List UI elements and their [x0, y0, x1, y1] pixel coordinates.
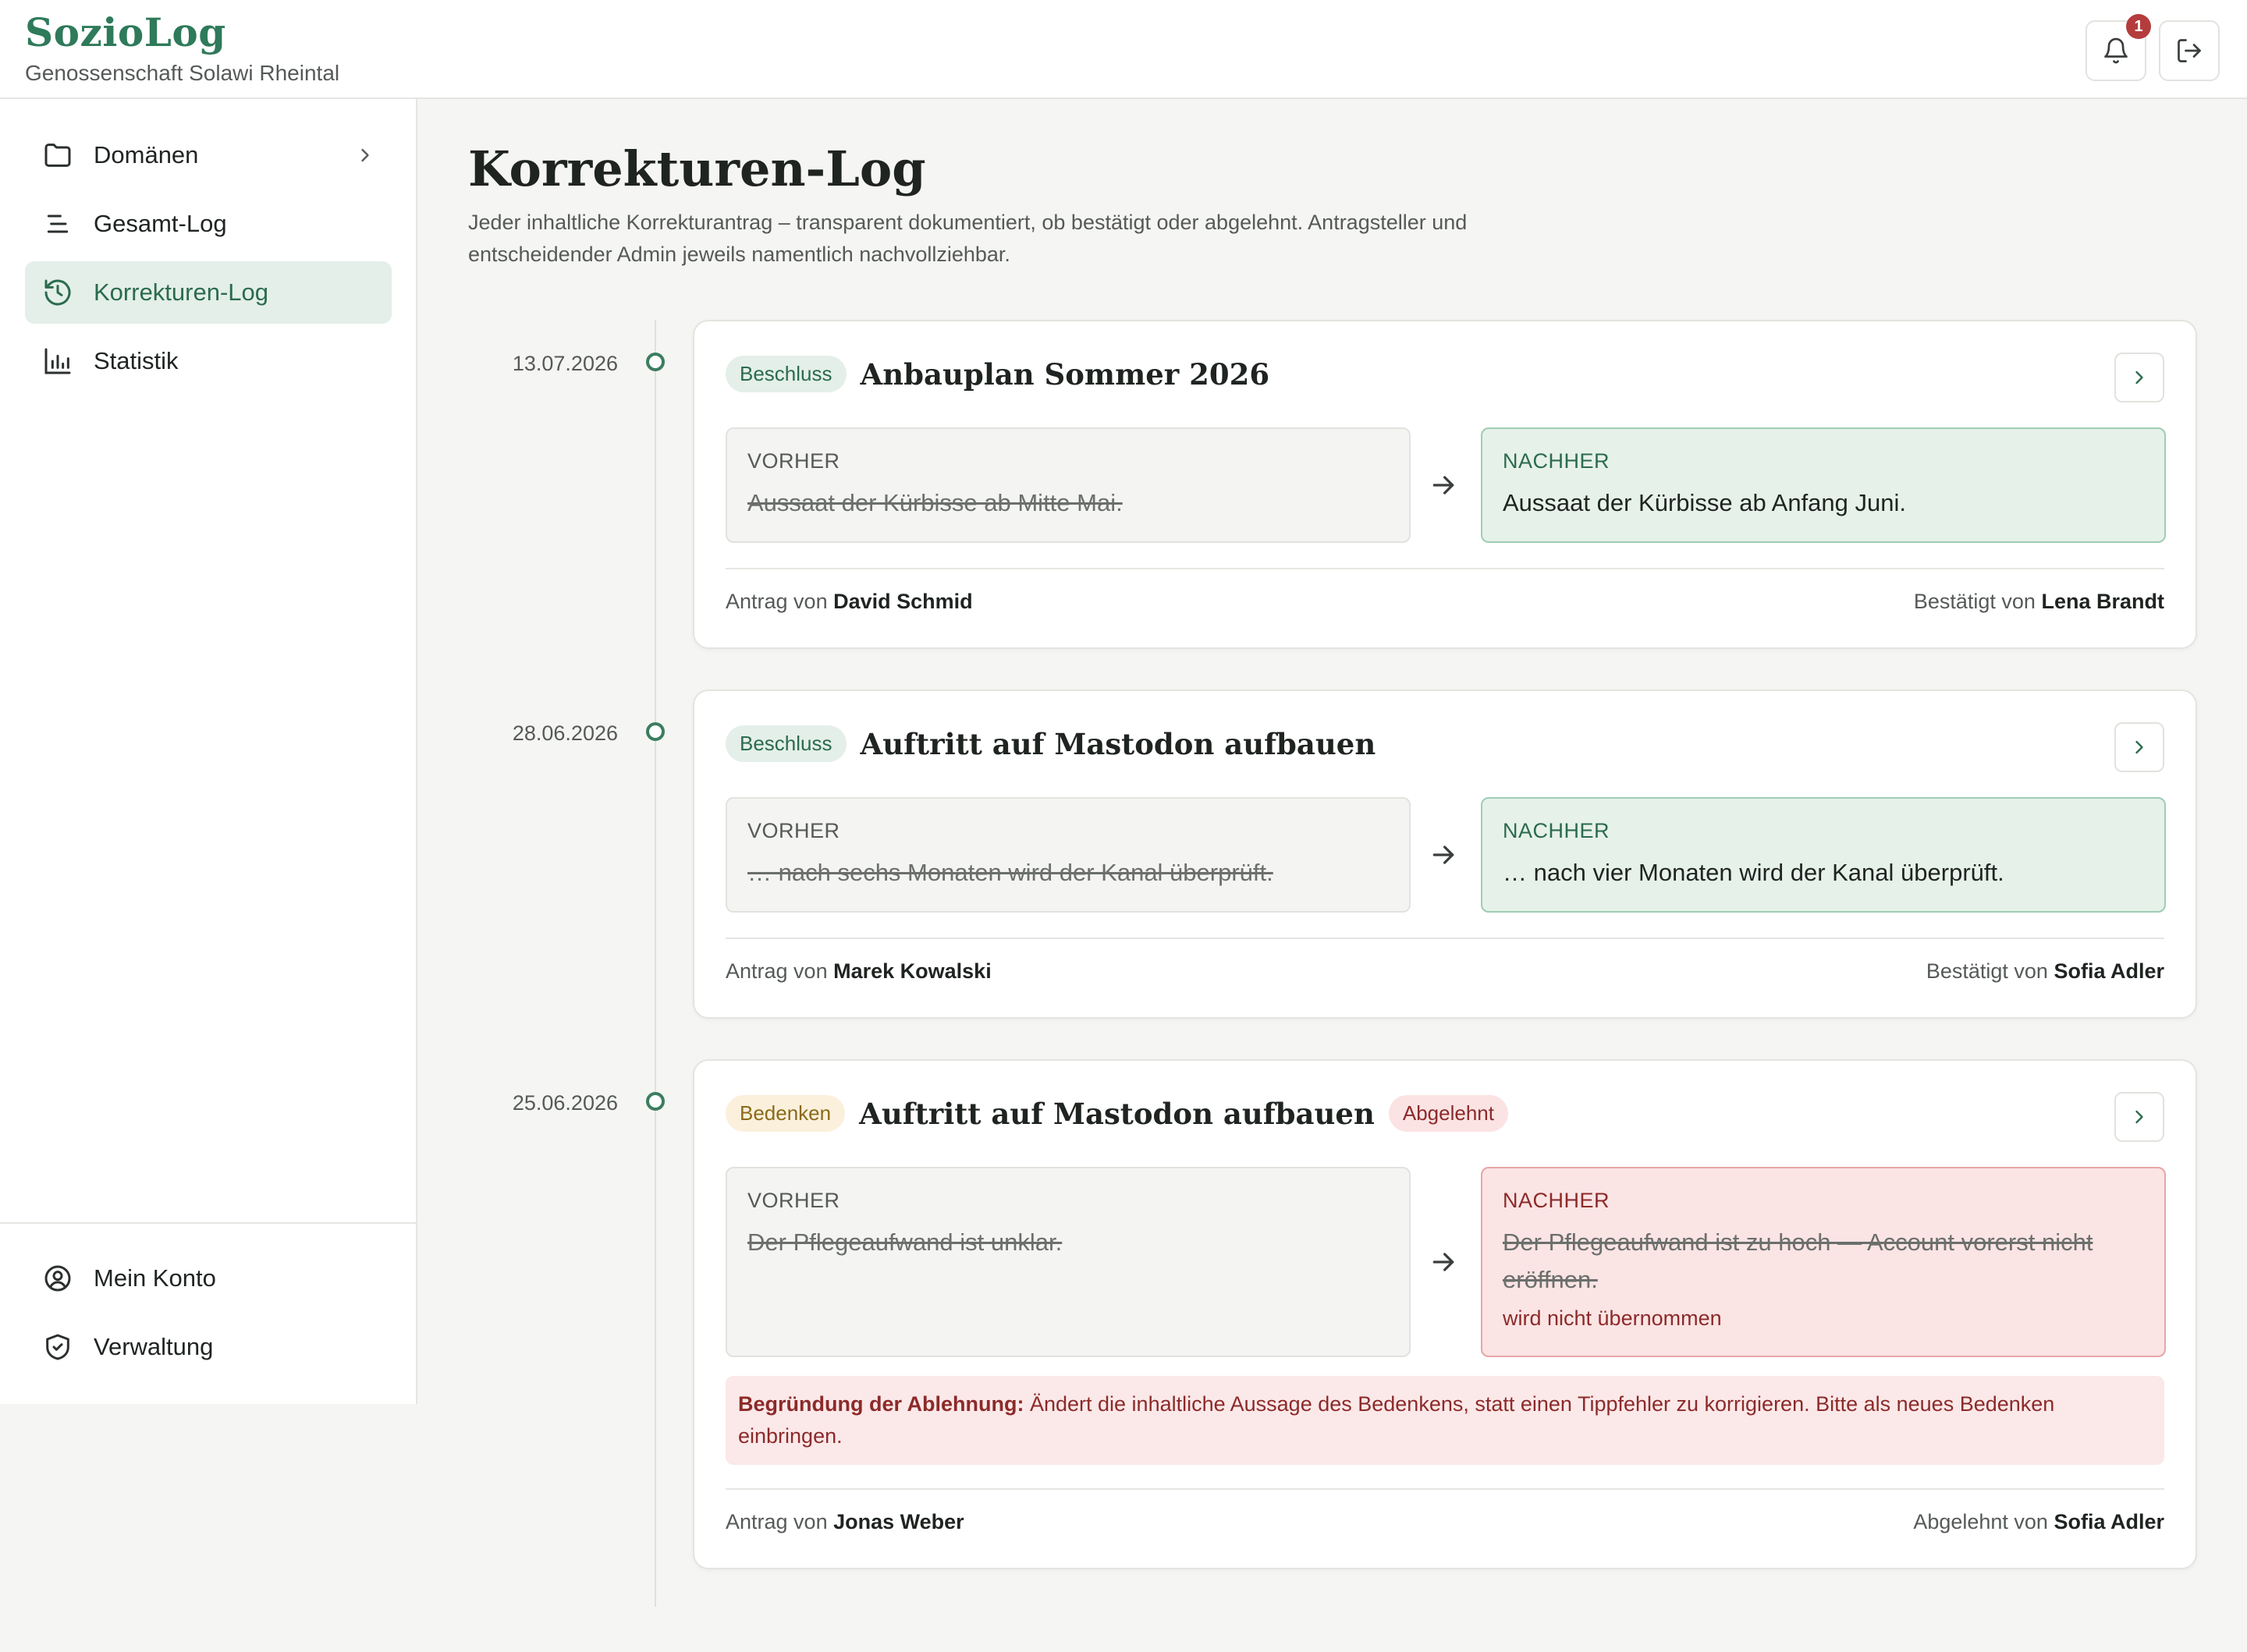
before-box: VORHER Aussaat der Kürbisse ab Mitte Mai…: [726, 427, 1411, 543]
card-header: Bedenken Auftritt auf Mastodon aufbauen …: [726, 1095, 1508, 1132]
sidebar: Domänen Gesamt-Log Korrekturen-Log Stati…: [0, 99, 417, 1404]
arrow-right-icon: [1432, 1253, 1454, 1271]
after-text: … nach vier Monaten wird der Kanal überp…: [1503, 859, 2004, 886]
list-lines-icon: [47, 214, 69, 233]
requester-name[interactable]: David Schmid: [833, 590, 973, 613]
card-header: Beschluss Auftritt auf Mastodon aufbauen: [726, 725, 1376, 762]
before-label: VORHER: [747, 819, 840, 842]
app-logo[interactable]: SozioLog: [25, 9, 226, 55]
requester: Antrag von Marek Kowalski: [726, 959, 992, 983]
type-badge: Beschluss: [726, 725, 847, 762]
sidebar-divider: [0, 1222, 416, 1224]
open-entry-button[interactable]: [2114, 1092, 2164, 1142]
correction-card: Beschluss Auftritt auf Mastodon aufbauen…: [693, 690, 2197, 1019]
chevron-right-icon: [2135, 740, 2143, 754]
page-title: Korrekturen-Log: [468, 140, 926, 197]
notification-count-badge: 1: [2126, 14, 2151, 39]
before-text: Der Pflegeaufwand ist unklar.: [747, 1228, 1063, 1256]
after-box: NACHHER Der Pflegeaufwand ist zu hoch — …: [1481, 1167, 2166, 1357]
after-label: NACHHER: [1503, 449, 1610, 473]
after-text: Aussaat der Kürbisse ab Anfang Juni.: [1503, 489, 1906, 516]
after-label: NACHHER: [1503, 1189, 1610, 1212]
decider: Abgelehnt von Sofia Adler: [1913, 1510, 2164, 1533]
card-title: Auftritt auf Mastodon aufbauen: [860, 726, 1376, 761]
timeline-dot: [646, 1092, 665, 1111]
entry-date: 28.06.2026: [512, 721, 618, 745]
sidebar-item-statistik[interactable]: Statistik: [25, 330, 392, 392]
sidebar-item-gesamt-log[interactable]: Gesamt-Log: [25, 193, 392, 255]
arrow-right-icon: [1432, 476, 1454, 495]
logout-icon: [2178, 39, 2201, 62]
timeline-line: [655, 320, 656, 1607]
organization-name: Genossenschaft Solawi Rheintal: [25, 61, 340, 85]
folder-icon: [44, 144, 71, 167]
correction-card: Bedenken Auftritt auf Mastodon aufbauen …: [693, 1059, 2197, 1569]
card-header: Beschluss Anbauplan Sommer 2026: [726, 356, 1269, 392]
chevron-right-icon: [361, 148, 369, 162]
requester: Antrag von David Schmid: [726, 590, 973, 613]
decider: Bestätigt von Lena Brandt: [1913, 590, 2164, 613]
card-divider: [726, 938, 2164, 939]
notifications-button[interactable]: 1: [2085, 14, 2151, 81]
decider-name[interactable]: Sofia Adler: [2054, 1510, 2164, 1533]
status-badge: Abgelehnt: [1388, 1095, 1508, 1132]
sidebar-item-verwaltung[interactable]: Verwaltung: [25, 1316, 392, 1378]
sidebar-item-label: Mein Konto: [94, 1264, 216, 1292]
shield-check-icon: [46, 1334, 69, 1360]
after-text: Der Pflegeaufwand ist zu hoch — Account …: [1503, 1228, 2093, 1293]
before-text: … nach sechs Monaten wird der Kanal über…: [747, 859, 1273, 886]
before-label: VORHER: [747, 1189, 840, 1212]
card-divider: [726, 1488, 2164, 1490]
entry-date: 25.06.2026: [512, 1091, 618, 1115]
sidebar-item-label: Korrekturen-Log: [94, 278, 269, 306]
sidebar-item-label: Gesamt-Log: [94, 210, 227, 237]
chevron-right-icon: [2135, 370, 2143, 385]
sidebar-item-label: Domänen: [94, 141, 199, 168]
type-badge: Beschluss: [726, 356, 847, 392]
sidebar-item-domaenen[interactable]: Domänen: [25, 124, 392, 186]
bell-icon: [2104, 37, 2128, 64]
timeline-dot: [646, 722, 665, 741]
sidebar-item-korrekturen-log[interactable]: Korrekturen-Log: [25, 261, 392, 324]
logout-button[interactable]: [2159, 20, 2220, 81]
sidebar-item-label: Statistik: [94, 347, 179, 374]
after-label: NACHHER: [1503, 819, 1610, 842]
not-applied-note: wird nicht übernommen: [1503, 1306, 1722, 1330]
timeline-dot: [646, 353, 665, 371]
card-title: Auftritt auf Mastodon aufbauen: [859, 1096, 1375, 1131]
before-label: VORHER: [747, 449, 840, 473]
open-entry-button[interactable]: [2114, 353, 2164, 402]
before-text: Aussaat der Kürbisse ab Mitte Mai.: [747, 489, 1123, 516]
before-box: VORHER … nach sechs Monaten wird der Kan…: [726, 797, 1411, 913]
chevron-right-icon: [2135, 1110, 2143, 1124]
entry-date: 13.07.2026: [512, 352, 618, 375]
card-divider: [726, 568, 2164, 569]
decider-name[interactable]: Lena Brandt: [2041, 590, 2164, 613]
page-description: Jeder inhaltliche Korrekturantrag – tran…: [468, 211, 1468, 266]
open-entry-button[interactable]: [2114, 722, 2164, 772]
user-circle-icon: [44, 1265, 71, 1292]
after-box: NACHHER Aussaat der Kürbisse ab Anfang J…: [1481, 427, 2166, 543]
requester: Antrag von Jonas Weber: [726, 1510, 964, 1533]
after-box: NACHHER … nach vier Monaten wird der Kan…: [1481, 797, 2166, 913]
history-icon: [44, 279, 71, 306]
decider: Bestätigt von Sofia Adler: [1926, 959, 2164, 983]
bar-chart-icon: [44, 348, 71, 374]
card-title: Anbauplan Sommer 2026: [860, 356, 1270, 392]
rejection-reason: Begründung der Ablehnung: Ändert die inh…: [726, 1376, 2164, 1465]
correction-card: Beschluss Anbauplan Sommer 2026 VORHER A…: [693, 320, 2197, 649]
app-header: SozioLog Genossenschaft Solawi Rheintal …: [0, 0, 2247, 99]
before-box: VORHER Der Pflegeaufwand ist unklar.: [726, 1167, 1411, 1357]
type-badge: Bedenken: [726, 1095, 846, 1132]
sidebar-item-mein-konto[interactable]: Mein Konto: [25, 1247, 392, 1310]
requester-name[interactable]: Marek Kowalski: [833, 959, 992, 983]
arrow-right-icon: [1432, 845, 1454, 864]
sidebar-item-label: Verwaltung: [94, 1333, 214, 1360]
rejection-reason-label: Begründung der Ablehnung:: [738, 1392, 1024, 1416]
requester-name[interactable]: Jonas Weber: [833, 1510, 964, 1533]
decider-name[interactable]: Sofia Adler: [2054, 959, 2164, 983]
